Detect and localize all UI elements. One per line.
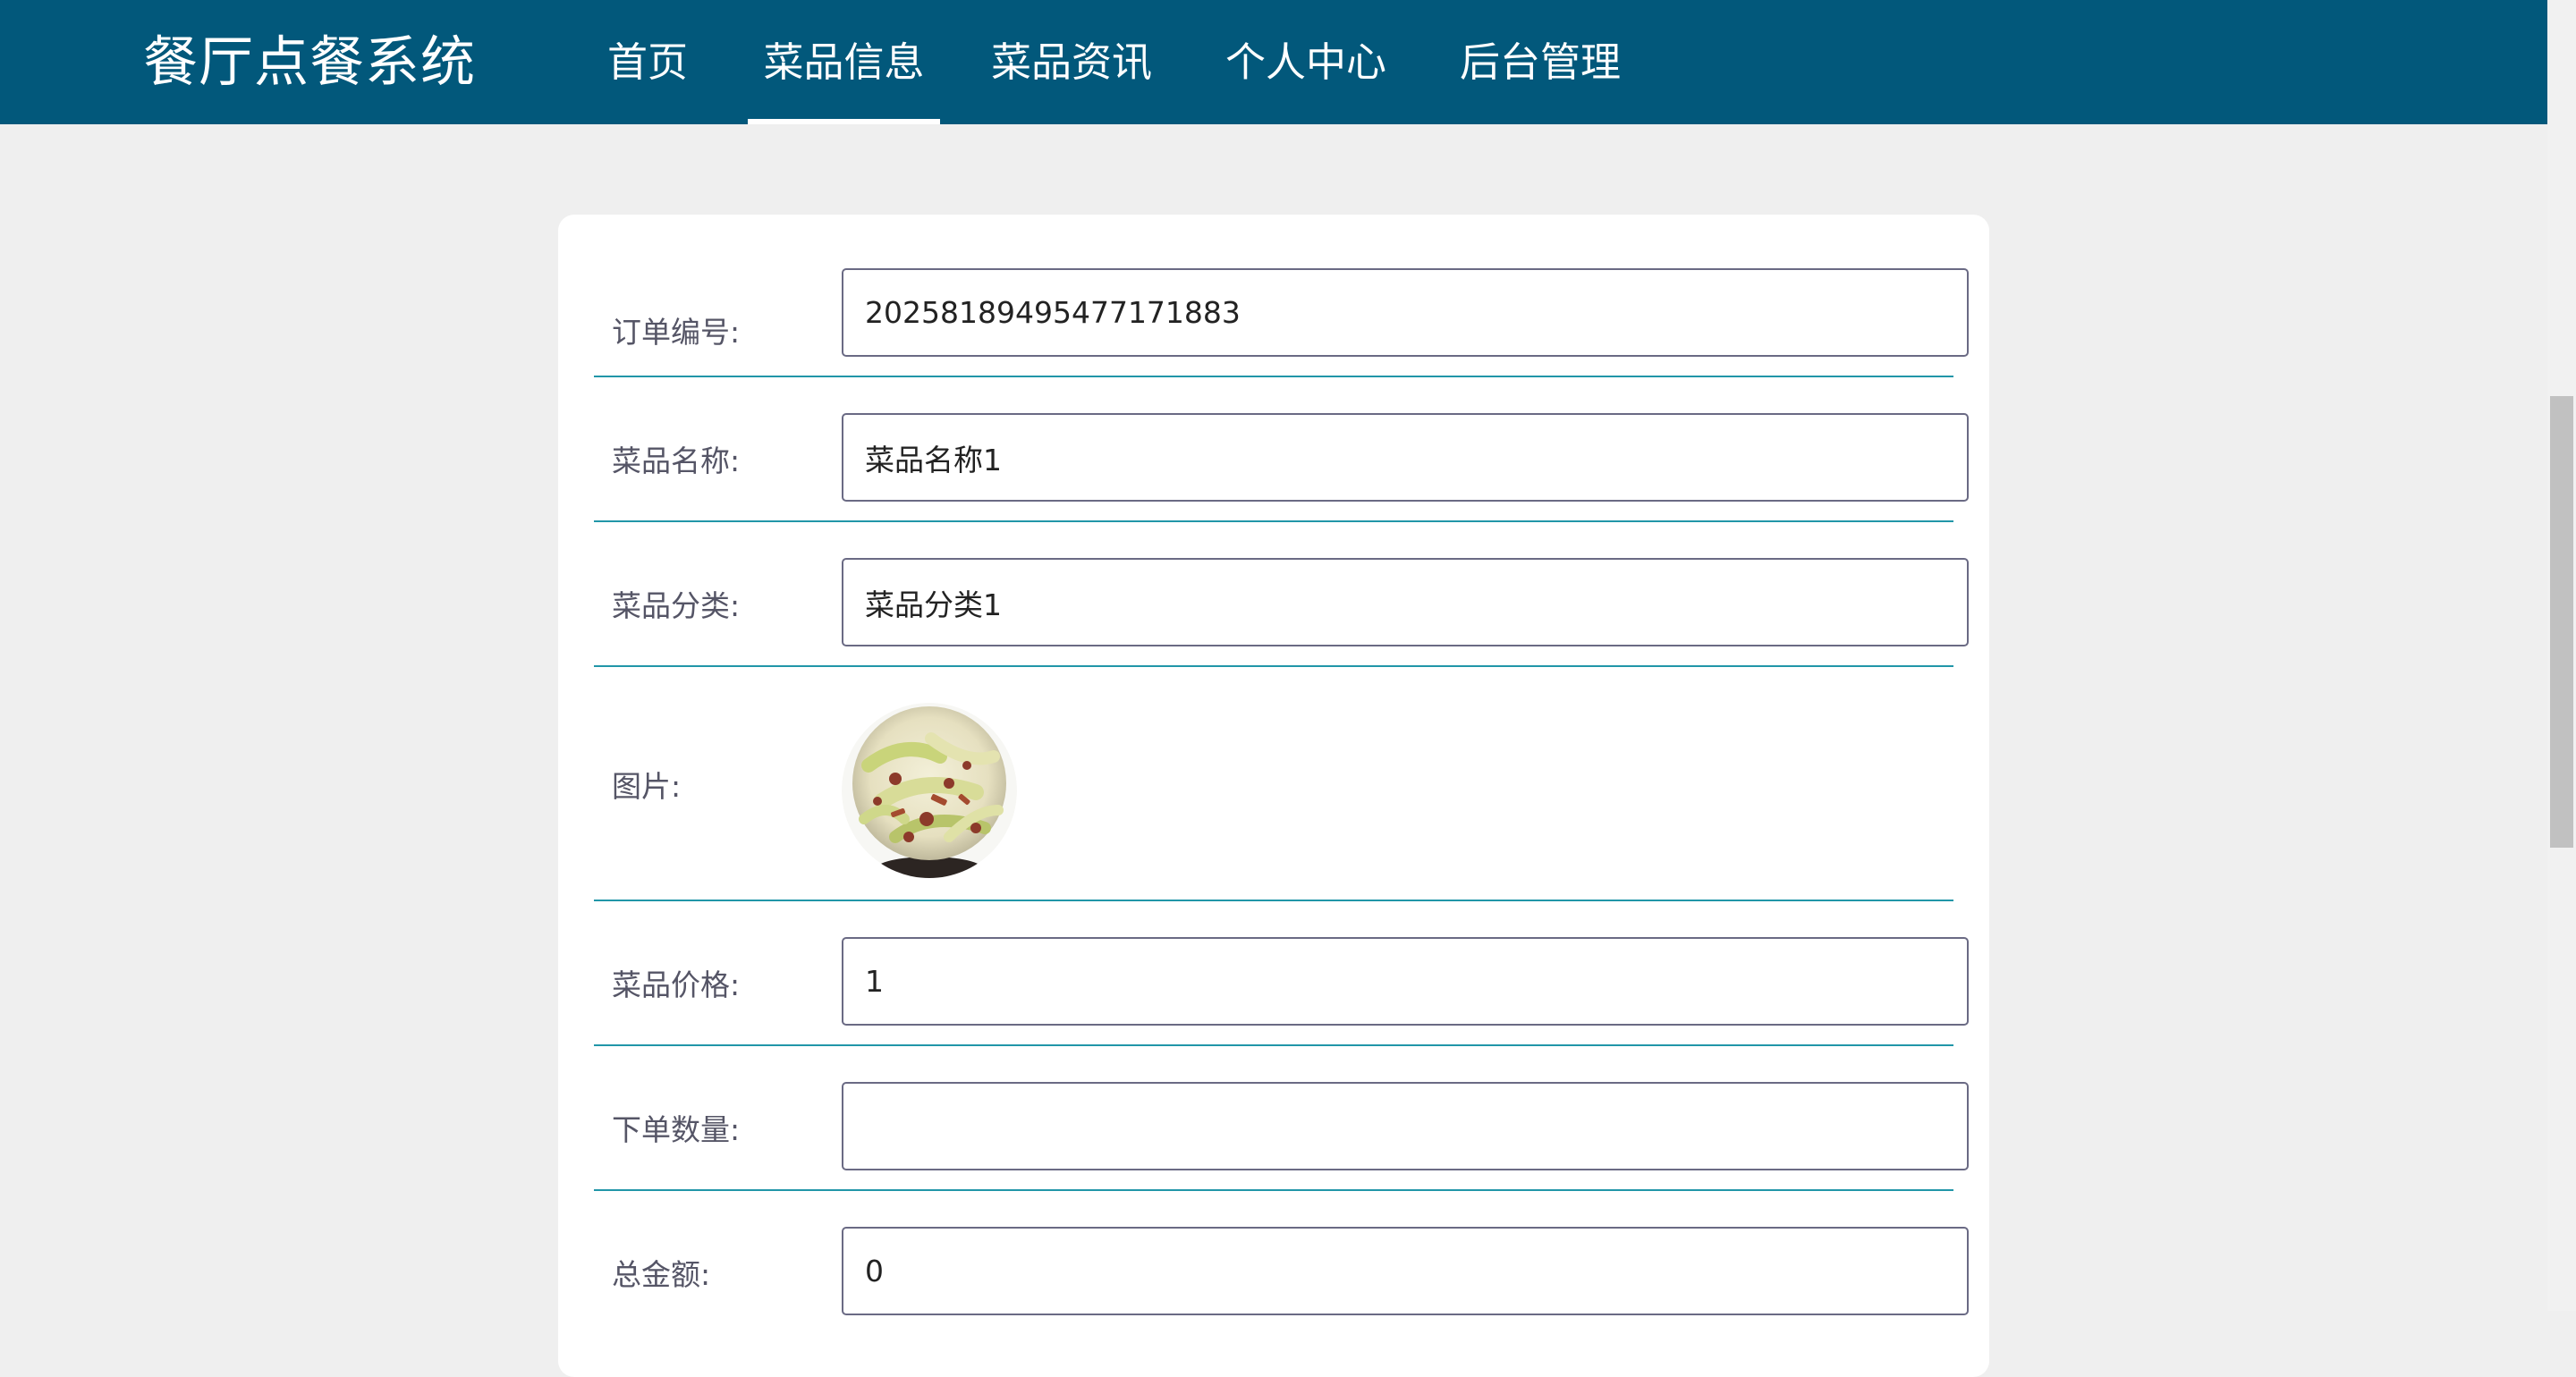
- total-input[interactable]: [842, 1227, 1969, 1315]
- price-input[interactable]: [842, 937, 1969, 1026]
- order-no-input[interactable]: [842, 268, 1969, 357]
- form-row-price: 菜品价格:: [594, 901, 1969, 1046]
- nav-admin[interactable]: 后台管理: [1451, 0, 1630, 124]
- dish-category-input[interactable]: [842, 558, 1969, 646]
- form-row-order-no: 订单编号:: [594, 215, 1969, 377]
- nav-personal-center[interactable]: 个人中心: [1216, 0, 1395, 124]
- order-form-card: 订单编号: 菜品名称: 菜品分类: 图片:: [558, 215, 1989, 1377]
- form-row-dish-category: 菜品分类:: [594, 522, 1969, 667]
- price-label: 菜品价格:: [612, 967, 741, 1002]
- quantity-input[interactable]: [842, 1082, 1969, 1170]
- page-scrollbar-thumb[interactable]: [2550, 396, 2573, 848]
- quantity-label: 下单数量:: [612, 1112, 741, 1147]
- total-label: 总金额:: [612, 1257, 711, 1292]
- form-row-image: 图片:: [594, 667, 1953, 901]
- image-label: 图片:: [612, 769, 682, 804]
- top-navbar: 餐厅点餐系统 首页 菜品信息 菜品资讯 个人中心 后台管理: [0, 0, 2547, 124]
- form-row-quantity: 下单数量:: [594, 1046, 1969, 1191]
- dish-photo-icon: [842, 703, 1017, 878]
- form-row-total: 总金额:: [594, 1191, 1969, 1336]
- nav-home[interactable]: 首页: [592, 0, 703, 124]
- app-title: 餐厅点餐系统: [143, 30, 477, 94]
- dish-name-input[interactable]: [842, 413, 1969, 502]
- form-row-dish-name: 菜品名称:: [594, 377, 1969, 522]
- nav-dish-info[interactable]: 菜品信息: [748, 0, 940, 124]
- dish-name-label: 菜品名称:: [612, 444, 741, 478]
- dish-category-label: 菜品分类:: [612, 588, 741, 623]
- order-no-label: 订单编号:: [612, 315, 741, 350]
- nav-dish-news[interactable]: 菜品资讯: [982, 0, 1161, 124]
